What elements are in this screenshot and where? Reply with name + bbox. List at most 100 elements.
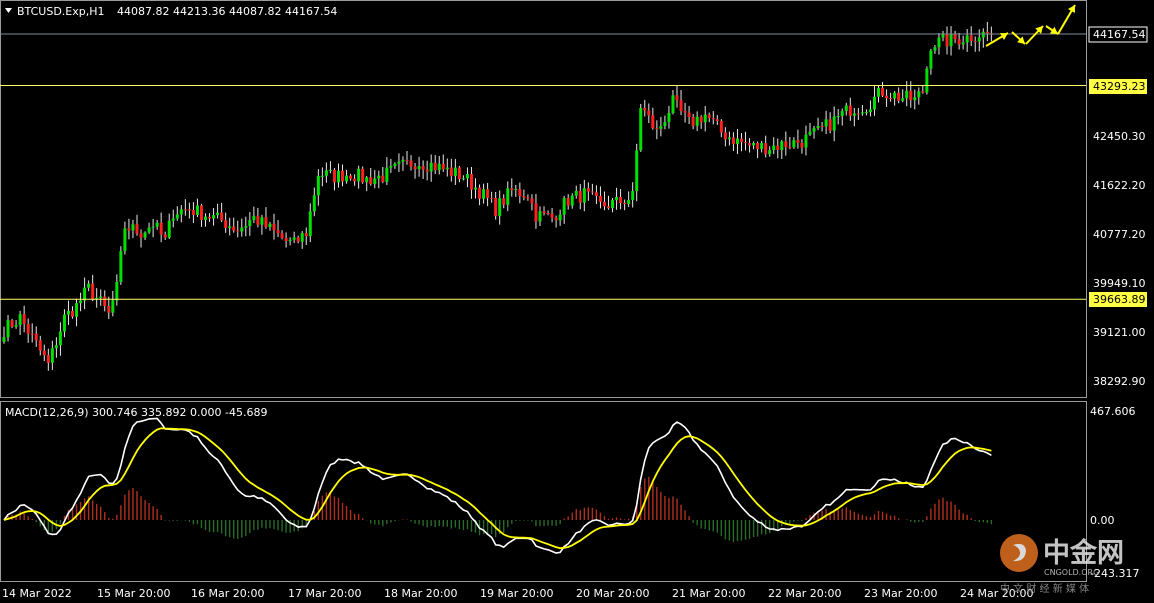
candle-body [50,348,54,363]
candle-body [917,91,921,98]
candle-body [401,159,405,162]
candle-body [272,223,276,231]
candle-body [695,116,699,126]
candle-body [977,37,981,42]
candle-body [357,168,361,182]
candle-body [425,169,429,172]
candle-body [631,191,635,200]
candle-body [224,220,228,228]
candle-body [393,163,397,167]
candle-body [840,111,844,116]
candle-body [909,90,913,101]
candle-body [264,217,268,228]
candle-body [341,170,345,182]
candle-body [34,333,38,341]
candle-body [651,115,655,129]
candle-body [429,162,433,172]
candle-body [623,202,627,205]
cngold-watermark: 中金网 CNGOLD.ORG 中 文 财 经 新 媒 体 [1000,534,1124,595]
candle-body [413,166,417,170]
candle-body [506,188,510,205]
candle-body [457,167,461,179]
candle-body [820,125,824,127]
signal-line [3,427,992,550]
time-label: 23 Mar 20:00 [864,587,937,600]
candle-body [461,178,465,180]
candle-body [123,228,127,252]
candle-body [647,110,651,116]
candle-body [179,209,183,215]
time-label: 22 Mar 20:00 [768,587,841,600]
candle-body [474,187,478,190]
candle-body [691,116,695,126]
candle-body [538,211,542,222]
candle-body [534,203,538,222]
candle-body [607,206,610,209]
price-pane-frame [0,0,1087,398]
candle-body [570,195,574,206]
ohlc-readout: 44087.82 44213.36 44087.82 44167.54 [117,5,337,18]
time-axis[interactable]: 14 Mar 2022 15 Mar 20:00 16 Mar 20:00 17… [2,587,1033,600]
candle-body [659,126,663,129]
candle-body [921,91,925,93]
watermark-domain: CNGOLD.ORG [1044,568,1099,577]
candle-body [119,251,123,282]
candle-body [945,34,949,47]
candle-body [377,175,381,179]
candle-body [808,131,812,135]
candle-body [877,87,881,97]
candle-body [881,87,885,96]
candle-body [353,178,357,182]
candle-body [667,113,671,123]
candle-body [687,112,691,117]
cngold-logo-icon [1000,534,1038,572]
candle-body [554,217,558,221]
candle-body [619,197,623,203]
candle-body [973,41,977,43]
trading-chart[interactable]: BTCUSD.Exp,H1 44087.82 44213.36 44087.82… [0,0,1154,603]
candle-body [115,281,119,301]
candle-body [365,177,369,183]
candle-body [510,188,514,191]
candle-body [316,176,320,196]
candle-body [933,47,937,51]
candle-body [502,198,506,205]
watermark-tagline: 中 文 财 经 新 媒 体 [1000,582,1089,595]
candle-body [957,39,961,45]
time-label: 14 Mar 2022 [2,587,72,600]
candle-body [796,140,800,143]
candle-body [562,197,566,215]
level-lines[interactable] [0,33,1086,300]
candle-body [385,167,389,182]
time-label: 16 Mar 20:00 [191,587,264,600]
candle-body [18,314,22,326]
candle-body [494,197,498,217]
candle-body [66,310,70,315]
candle-body [655,128,659,130]
candle-body [864,112,868,114]
candle-body [328,169,332,171]
candle-body [530,198,534,204]
candle-body [848,105,852,116]
candle-body [981,31,985,38]
candle-body [868,109,872,113]
price-tick: 40777.20 [1093,228,1146,241]
candle-body [683,111,687,113]
candle-body [719,120,723,133]
candle-body [256,215,260,225]
candle-body [760,143,764,150]
candle-body [236,230,240,232]
price-axis[interactable]: 44167.54 43293.23 42450.30 41622.20 4077… [1088,26,1148,388]
candle-body [107,306,111,313]
price-tick: 39121.00 [1093,326,1146,339]
candle-body [723,132,727,140]
candle-body [929,50,933,69]
watermark-brand: 中金网 [1043,537,1124,569]
triangle-down-icon[interactable] [5,8,12,13]
price-tick: 38292.90 [1093,375,1146,388]
candle-body [163,234,167,238]
macd-line [3,417,992,554]
level-label-lower: 39663.89 [1093,293,1146,306]
candle-body [735,138,739,144]
candle-body [739,138,743,143]
